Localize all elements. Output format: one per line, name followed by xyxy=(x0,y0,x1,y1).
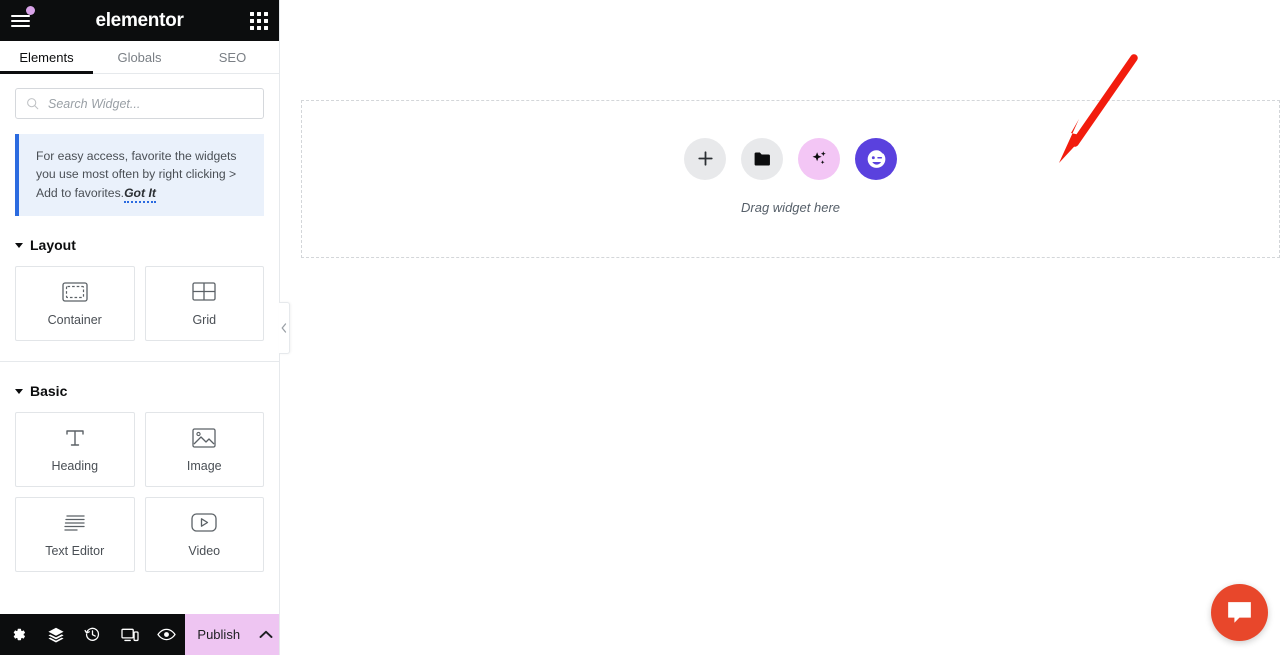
responsive-device-icon[interactable] xyxy=(111,614,148,655)
widget-label: Text Editor xyxy=(45,543,105,558)
search-icon xyxy=(26,97,39,110)
apps-dot xyxy=(257,11,261,16)
navigator-layers-icon[interactable] xyxy=(37,614,74,655)
caret-down-icon xyxy=(15,243,23,249)
canvas-action-buttons xyxy=(684,137,897,180)
widget-label: Image xyxy=(186,458,222,473)
widget-container[interactable]: Container xyxy=(15,265,135,341)
apps-dot xyxy=(257,18,261,23)
apps-dot xyxy=(250,18,254,23)
got-it-link[interactable]: Got It xyxy=(124,185,156,203)
drag-widget-hint: Drag widget here xyxy=(741,199,840,215)
widget-heading[interactable]: Heading xyxy=(15,411,135,487)
widget-text-editor[interactable]: Text Editor xyxy=(15,496,135,572)
publish-button[interactable]: Publish xyxy=(185,614,253,655)
search-box[interactable] xyxy=(15,88,264,119)
widget-label: Heading xyxy=(51,458,99,473)
panel-header: elementor xyxy=(0,0,279,41)
hamburger-bar xyxy=(11,19,30,22)
publish-options-chevron-up-icon[interactable] xyxy=(252,614,279,655)
hamburger-menu-button[interactable] xyxy=(11,5,35,32)
widget-list[interactable]: Layout Container Grid Basic Heading Imag… xyxy=(0,216,279,614)
editor-canvas[interactable]: Drag widget here xyxy=(280,0,1280,655)
add-element-button[interactable] xyxy=(684,137,726,180)
grid-icon xyxy=(192,280,216,304)
elementor-editor: elementor Elements Globals SEO Search Wi… xyxy=(0,0,1280,655)
ai-generate-button[interactable] xyxy=(798,137,840,180)
widget-label: Grid xyxy=(192,312,217,327)
apps-dot xyxy=(264,18,268,23)
open-folder-button[interactable] xyxy=(741,137,783,180)
layout-widget-grid: Container Grid xyxy=(0,265,279,341)
basic-widget-grid: Heading Image Text Editor Video xyxy=(0,411,279,572)
panel-collapse-handle[interactable] xyxy=(279,302,290,354)
elementor-logo-text: elementor xyxy=(95,9,184,31)
apps-dot xyxy=(257,25,261,30)
apps-dot xyxy=(250,25,254,30)
tab-seo[interactable]: SEO xyxy=(186,41,279,73)
section-header-basic[interactable]: Basic xyxy=(0,362,279,412)
apps-dot xyxy=(264,25,268,30)
search-section xyxy=(0,74,279,119)
caret-down-icon xyxy=(15,389,23,395)
panel-tabs: Elements Globals SEO xyxy=(0,41,279,74)
text-editor-icon xyxy=(63,511,87,535)
video-play-icon xyxy=(191,511,217,535)
notification-dot xyxy=(26,5,35,15)
widget-image[interactable]: Image xyxy=(144,411,264,487)
history-clock-icon[interactable] xyxy=(74,614,111,655)
section-title-layout: Layout xyxy=(30,236,76,253)
widget-label: Container xyxy=(47,312,102,327)
search-input[interactable] xyxy=(48,96,253,111)
tab-globals[interactable]: Globals xyxy=(93,41,186,73)
apps-dot xyxy=(250,11,254,16)
hamburger-bar xyxy=(11,14,30,17)
widget-video[interactable]: Video xyxy=(144,496,264,572)
footer-tools xyxy=(0,614,185,655)
container-icon xyxy=(62,280,88,304)
apps-dot xyxy=(264,11,268,16)
settings-gear-icon[interactable] xyxy=(0,614,37,655)
chat-bubble-button[interactable] xyxy=(1211,584,1268,641)
widget-label: Video xyxy=(188,543,221,558)
image-icon xyxy=(192,426,216,450)
elementor-panel: elementor Elements Globals SEO Search Wi… xyxy=(0,0,290,655)
panel-footer: Publish xyxy=(0,614,279,655)
heading-t-icon xyxy=(64,426,86,450)
favorites-notice: For easy access, favorite the widgets yo… xyxy=(15,134,264,216)
tab-elements[interactable]: Elements xyxy=(0,41,93,74)
assistant-bot-button[interactable] xyxy=(855,137,897,180)
hamburger-bar xyxy=(11,24,30,27)
section-header-layout[interactable]: Layout xyxy=(0,216,279,266)
empty-container-dropzone[interactable]: Drag widget here xyxy=(301,100,1280,258)
apps-grid-icon[interactable] xyxy=(250,11,268,30)
section-title-basic: Basic xyxy=(30,382,68,399)
widget-grid[interactable]: Grid xyxy=(144,265,264,341)
preview-eye-icon[interactable] xyxy=(148,614,185,655)
favorites-notice-section: For easy access, favorite the widgets yo… xyxy=(0,119,279,216)
